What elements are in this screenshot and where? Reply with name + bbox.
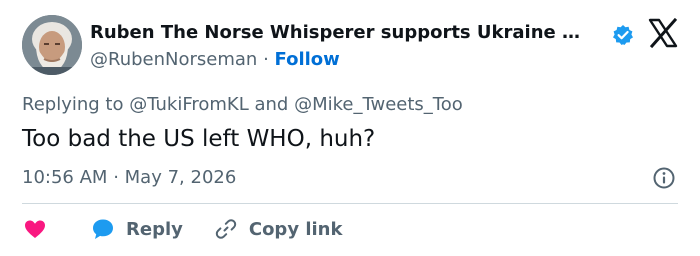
tweet-time[interactable]: 10:56 AM bbox=[22, 167, 107, 188]
reply-context: Replying to @TukiFromKL and @Mike_Tweets… bbox=[22, 94, 463, 115]
x-logo-icon[interactable] bbox=[648, 18, 678, 48]
mention-joiner: and bbox=[254, 94, 289, 115]
speech-bubble-icon bbox=[93, 219, 113, 239]
action-bar: Reply Copy link bbox=[22, 215, 372, 243]
mention-link[interactable]: @TukiFromKL bbox=[129, 94, 249, 115]
tweet-timestamp[interactable]: 10:56 AM · May 7, 2026 bbox=[22, 167, 236, 188]
follow-button[interactable]: Follow bbox=[275, 49, 340, 70]
copy-link-button[interactable]: Copy link bbox=[213, 216, 343, 242]
handle-separator: · bbox=[263, 49, 269, 70]
divider bbox=[22, 203, 678, 204]
avatar-image bbox=[22, 15, 82, 75]
reply-prefix: Replying to bbox=[22, 94, 124, 115]
link-icon bbox=[215, 219, 237, 239]
author-handle[interactable]: @RubenNorseman bbox=[90, 49, 257, 70]
like-button[interactable] bbox=[22, 216, 48, 242]
author-handle-row: @RubenNorseman · Follow bbox=[90, 49, 340, 70]
tweet-text: Too bad the US left WHO, huh? bbox=[22, 126, 376, 152]
avatar[interactable] bbox=[22, 15, 82, 75]
info-icon[interactable] bbox=[652, 166, 676, 190]
reply-label: Reply bbox=[126, 218, 183, 240]
tweet-date[interactable]: May 7, 2026 bbox=[125, 167, 237, 188]
copy-link-label: Copy link bbox=[248, 218, 343, 240]
verified-badge-icon bbox=[613, 25, 633, 45]
heart-icon bbox=[25, 220, 45, 238]
timestamp-separator: · bbox=[113, 167, 119, 188]
reply-button[interactable]: Reply bbox=[90, 216, 183, 242]
mention-link[interactable]: @Mike_Tweets_Too bbox=[294, 94, 463, 115]
author-display-name[interactable]: Ruben The Norse Whisperer supports Ukrai… bbox=[90, 22, 580, 43]
